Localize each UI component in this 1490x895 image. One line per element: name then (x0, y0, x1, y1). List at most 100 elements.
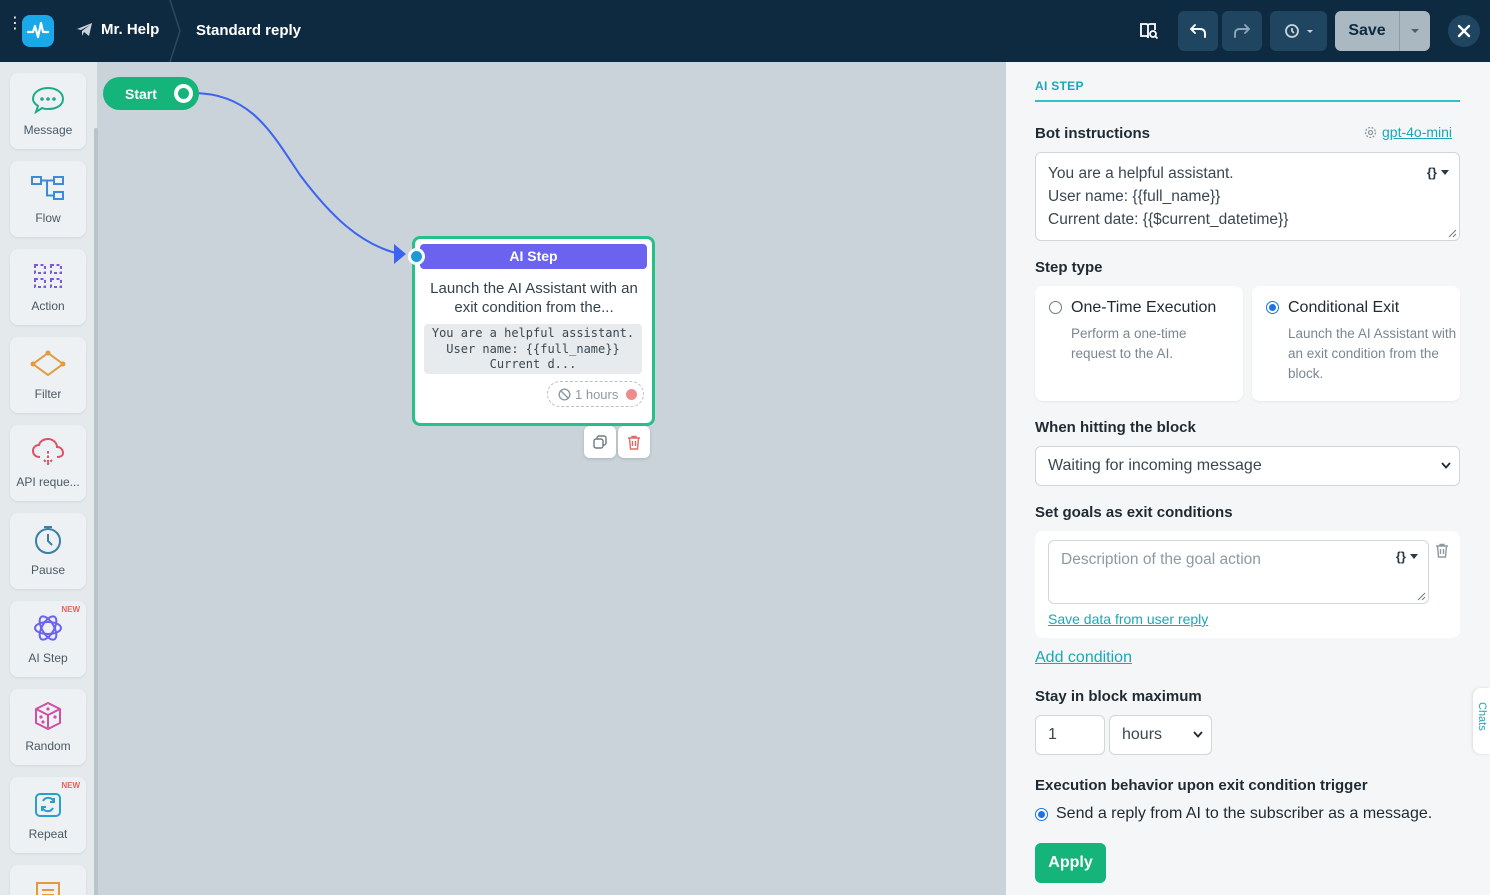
palette-item-flow[interactable]: Flow (10, 161, 86, 237)
hitting-block-label: When hitting the block (1035, 419, 1196, 436)
bot-instructions-label: Bot instructions (1035, 125, 1150, 142)
stay-maximum-label: Stay in block maximum (1035, 688, 1202, 705)
block-palette: Message Flow Action Filter API reque... … (0, 62, 98, 895)
chat-bubble-icon (31, 86, 65, 114)
add-condition-link[interactable]: Add condition (1035, 649, 1132, 667)
model-selector[interactable]: gpt-4o-mini (1364, 124, 1452, 140)
copy-node-button[interactable] (584, 426, 616, 458)
flow-icon (31, 176, 64, 200)
palette-item-filter[interactable]: Filter (10, 337, 86, 413)
chevron-down-icon (1410, 554, 1418, 559)
step-type-one-time[interactable]: One-Time Execution Perform a one-time re… (1035, 286, 1243, 401)
radio-conditional-exit[interactable] (1266, 301, 1279, 314)
palette-label: Repeat (28, 827, 68, 841)
palette-label: AI Step (28, 651, 68, 665)
save-data-link[interactable]: Save data from user reply (1048, 611, 1208, 627)
note-icon (36, 882, 60, 895)
filter-icon (30, 350, 66, 377)
stay-unit-select[interactable]: hours (1109, 715, 1212, 755)
chats-tab-label: Chats (1476, 702, 1488, 731)
settings-panel: AI STEP Bot instructions gpt-4o-mini You… (1006, 62, 1490, 895)
palette-label: API reque... (16, 475, 80, 489)
instructions-line: User name: {{full_name}} (1048, 188, 1221, 205)
preview-button[interactable] (1131, 11, 1167, 51)
timeout-port[interactable] (626, 389, 637, 400)
start-output-port[interactable] (174, 84, 193, 103)
radio-send-reply[interactable] (1035, 807, 1048, 821)
braces-icon: {} (1395, 549, 1406, 564)
palette-item-pause[interactable]: Pause (10, 513, 86, 589)
select-value: Waiting for incoming message (1048, 457, 1262, 474)
insert-variable-button[interactable]: {} (1427, 161, 1449, 184)
palette-item-action[interactable]: Action (10, 249, 86, 325)
bot-instructions-textarea[interactable]: You are a helpful assistant. User name: … (1035, 152, 1460, 241)
step-type-conditional-exit[interactable]: Conditional Exit Launch the AI Assistant… (1252, 286, 1460, 401)
option-description: Launch the AI Assistant with an exit con… (1288, 326, 1457, 381)
palette-item-more[interactable] (10, 865, 86, 895)
cloud-icon (31, 437, 65, 466)
palette-label: Message (23, 123, 73, 137)
chats-side-tab[interactable]: Chats (1473, 688, 1490, 754)
step-type-label: Step type (1035, 259, 1103, 276)
trash-icon[interactable] (1435, 543, 1449, 558)
action-icon (34, 264, 62, 288)
palette-item-random[interactable]: Random (10, 689, 86, 765)
goal-description-input[interactable]: Description of the goal action {} (1048, 540, 1429, 604)
gear-icon (1364, 126, 1377, 138)
undo-icon (1190, 24, 1206, 38)
node-timer[interactable]: 1 hours (547, 381, 644, 407)
node-title: AI Step (420, 244, 647, 269)
undo-button[interactable] (1178, 11, 1218, 51)
chevron-down-icon (1441, 462, 1451, 469)
start-label: Start (125, 85, 157, 102)
chevron-down-icon (1441, 170, 1449, 175)
palette-label: Action (31, 299, 65, 313)
new-badge: NEW (61, 605, 80, 614)
redo-button[interactable] (1222, 11, 1262, 51)
goal-placeholder: Description of the goal action (1061, 551, 1261, 568)
behavior-option-text: Send a reply from AI to the subscriber a… (1056, 805, 1433, 822)
ai-step-node[interactable]: AI Step Launch the AI Assistant with an … (408, 236, 655, 426)
apply-button[interactable]: Apply (1035, 843, 1106, 883)
palette-item-ai-step[interactable]: NEW AI Step (10, 601, 86, 677)
ai-orbit-icon (34, 615, 62, 641)
close-button[interactable] (1448, 15, 1480, 47)
hitting-block-select[interactable]: Waiting for incoming message (1035, 446, 1460, 486)
palette-label: Pause (30, 563, 66, 577)
top-bar: ⋮ Mr. Help Standard reply Save (0, 0, 1490, 62)
node-input-port[interactable] (408, 248, 425, 265)
stay-value-input[interactable]: 1 (1035, 715, 1105, 755)
delete-node-button[interactable] (618, 426, 650, 458)
history-button[interactable] (1270, 11, 1327, 51)
menu-dots-icon[interactable]: ⋮ (7, 16, 23, 42)
palette-label: Random (25, 739, 71, 753)
tab-underline (1035, 100, 1460, 102)
palette-item-api-request[interactable]: API reque... (10, 425, 86, 501)
behavior-option[interactable]: Send a reply from AI to the subscriber a… (1035, 805, 1432, 823)
dice-icon (35, 702, 61, 730)
radio-one-time[interactable] (1049, 301, 1062, 314)
flow-name: Standard reply (196, 22, 302, 39)
close-icon (1457, 24, 1471, 38)
goal-condition-card: Description of the goal action {} Save d… (1035, 531, 1460, 638)
new-badge: NEW (61, 781, 80, 790)
instructions-line: You are a helpful assistant. (1048, 165, 1234, 182)
app-logo[interactable] (22, 15, 54, 47)
project-name: Mr. Help (101, 21, 160, 38)
behavior-label: Execution behavior upon exit condition t… (1035, 777, 1368, 794)
select-value: hours (1122, 726, 1163, 743)
save-button[interactable]: Save (1335, 11, 1399, 51)
redo-icon (1234, 24, 1250, 38)
breadcrumb-project[interactable]: Mr. Help (76, 21, 159, 38)
resize-handle-icon[interactable] (1448, 229, 1457, 238)
save-dropdown-button[interactable] (1399, 11, 1430, 51)
flow-canvas[interactable] (98, 62, 1006, 895)
breadcrumb-separator (169, 0, 181, 62)
braces-icon: {} (1426, 165, 1437, 180)
tab-ai-step[interactable]: AI STEP (1035, 79, 1084, 93)
palette-item-repeat[interactable]: NEW Repeat (10, 777, 86, 853)
start-node[interactable]: Start (103, 77, 199, 110)
resize-handle-icon[interactable] (1417, 592, 1426, 601)
insert-variable-button[interactable]: {} (1396, 549, 1418, 564)
palette-item-message[interactable]: Message (10, 73, 86, 149)
